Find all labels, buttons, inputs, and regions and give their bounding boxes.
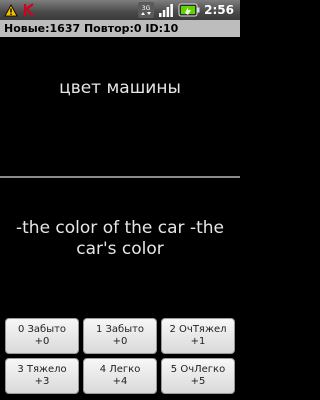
- button-label: 1 Забыто: [95, 324, 145, 335]
- button-value: +0: [34, 336, 50, 347]
- button-value: +1: [190, 336, 206, 347]
- button-value: +5: [190, 376, 206, 387]
- warning-icon: [4, 3, 18, 17]
- kaspersky-icon: [23, 3, 35, 17]
- card-question: цвет машины: [59, 78, 181, 98]
- button-value: +4: [112, 376, 128, 387]
- clock: 2:56: [204, 3, 234, 17]
- button-label: 3 Тяжело: [17, 364, 67, 375]
- rating-1-button[interactable]: 1 Забыто +0: [83, 318, 157, 354]
- 3g-signal-icon: 3G: [138, 2, 155, 18]
- rating-4-button[interactable]: 4 Легко +4: [83, 358, 157, 394]
- svg-text:3G: 3G: [142, 5, 151, 12]
- signal-bars-icon: [158, 2, 174, 18]
- button-value: +3: [34, 376, 50, 387]
- rating-2-button[interactable]: 2 ОчТяжел +1: [161, 318, 235, 354]
- button-label: 5 ОчЛегко: [170, 364, 226, 375]
- rating-buttons: 0 Забыто +0 1 Забыто +0 2 ОчТяжел +1 3 Т…: [5, 318, 235, 394]
- rating-3-button[interactable]: 3 Тяжело +3: [5, 358, 79, 394]
- stats-info-bar: Новые:1637 Повтор:0 ID:10: [0, 20, 240, 37]
- button-label: 4 Легко: [99, 364, 141, 375]
- battery-icon: [178, 3, 200, 17]
- card-divider: [0, 176, 240, 178]
- card-answer: -the color of the car -the car's color: [16, 218, 224, 259]
- button-label: 0 Забыто: [17, 324, 67, 335]
- button-value: +0: [112, 336, 128, 347]
- status-bar: 3G 2:56: [0, 0, 240, 20]
- button-label: 2 ОчТяжел: [169, 324, 227, 335]
- rating-5-button[interactable]: 5 ОчЛегко +5: [161, 358, 235, 394]
- rating-0-button[interactable]: 0 Забыто +0: [5, 318, 79, 354]
